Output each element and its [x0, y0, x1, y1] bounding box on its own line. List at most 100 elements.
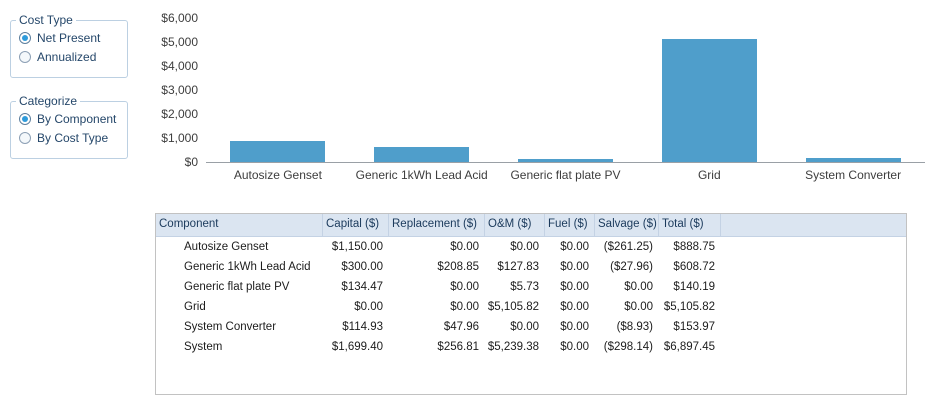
table-cell: $0.00 [624, 281, 653, 293]
table-cell: $256.81 [437, 341, 479, 353]
categorize-groupbox: Categorize By Component By Cost Type [10, 94, 128, 159]
table-cell: $0.00 [354, 301, 383, 313]
table-cell-filler [721, 237, 906, 257]
y-tick-label: $2,000 [161, 107, 198, 121]
table-cell: Autosize Genset [184, 241, 269, 253]
table-cell: Generic flat plate PV [184, 281, 290, 293]
categorize-options: By Component By Cost Type [17, 108, 125, 146]
table-cell: $5.73 [510, 281, 539, 293]
radio-circle[interactable] [19, 32, 31, 44]
column-header-filler [721, 214, 906, 236]
table-row-grid[interactable]: Grid $0.00 $0.00 $5,105.82 $0.00 $0.00 $5,105.… [156, 297, 906, 317]
table-cell: $0.00 [560, 341, 589, 353]
column-header-fuel[interactable]: Fuel ($) [545, 214, 595, 236]
bar-generic-1kwh-lead-acid [374, 147, 470, 162]
table-row-generic-1kwh-lead-acid[interactable]: Generic 1kWh Lead Acid $300.00 $208.85 $127… [156, 257, 906, 277]
bar-slot [781, 18, 925, 162]
table-cell: $0.00 [624, 301, 653, 313]
table-cell: ($27.96) [610, 261, 653, 273]
y-tick-label: $1,000 [161, 131, 198, 145]
table-cell: $0.00 [450, 301, 479, 313]
radio-dot [22, 35, 28, 41]
y-tick-label: $4,000 [161, 59, 198, 73]
bar-grid [661, 39, 757, 162]
plot-area [206, 18, 925, 163]
table-cell: $888.75 [673, 241, 715, 253]
radio-circle[interactable] [19, 132, 31, 144]
radio-circle[interactable] [19, 113, 31, 125]
table-cell: $0.00 [560, 241, 589, 253]
cost-type-groupbox: Cost Type Net Present Annualized [10, 13, 128, 78]
radio-label: Net Present [37, 31, 101, 45]
bar-slot [206, 18, 350, 162]
table-cell-filler [721, 257, 906, 277]
radio-annualized[interactable]: Annualized [19, 49, 125, 65]
table-cell: $0.00 [560, 281, 589, 293]
bar-slot [494, 18, 638, 162]
categorize-groupbox-title: Categorize [16, 94, 81, 108]
table-cell: System [184, 341, 223, 353]
bar-generic-flat-plate-pv [518, 158, 613, 162]
radio-label: By Cost Type [37, 131, 109, 145]
radio-dot [22, 116, 28, 122]
column-header-o-m[interactable]: O&M ($) [485, 214, 545, 236]
table-cell: $0.00 [510, 321, 539, 333]
table-cell: $140.19 [673, 281, 715, 293]
radio-by-component[interactable]: By Component [19, 111, 125, 127]
category-label: Generic 1kWh Lead Acid [355, 168, 488, 182]
table-cell: $5,239.38 [487, 341, 539, 353]
table-cell: Grid [184, 301, 206, 313]
cost-type-groupbox-title: Cost Type [16, 13, 76, 27]
table-cell: $153.97 [673, 321, 715, 333]
table-row-autosize-genset[interactable]: Autosize Genset $1,150.00 $0.00 $0.00 $0.00 (… [156, 237, 906, 257]
table-cell: $114.93 [342, 321, 383, 333]
cost-type-options: Net Present Annualized [17, 27, 125, 65]
table-cell-filler [721, 297, 906, 317]
table-cell-filler [721, 337, 906, 357]
category-label: Autosize Genset [233, 168, 322, 182]
table-cell: $47.96 [443, 321, 479, 333]
table-row-system-converter[interactable]: System Converter $114.93 $47.96 $0.00 $0.00 (… [156, 317, 906, 337]
table-header: Component Capital ($) Replacement ($) O&M (… [156, 214, 906, 237]
table-cell-filler [721, 277, 906, 297]
table-cell: $127.83 [497, 261, 539, 273]
cost-summary-panel: Cost Type Net Present Annualized Categori… [0, 0, 933, 405]
bar-slot [637, 18, 781, 162]
table-cell: $0.00 [450, 281, 479, 293]
table-cell: Generic 1kWh Lead Acid [184, 261, 311, 273]
bar-system-converter [805, 158, 901, 162]
column-header-salvage[interactable]: Salvage ($) [595, 214, 659, 236]
y-tick-label: $0 [184, 155, 198, 169]
radio-by-cost-type[interactable]: By Cost Type [19, 130, 125, 146]
table-cell: $300.00 [341, 261, 383, 273]
table-cell: $0.00 [560, 301, 589, 313]
table-cell: $0.00 [560, 321, 589, 333]
y-tick-label: $6,000 [161, 11, 198, 25]
table-row-system[interactable]: System $1,699.40 $256.81 $5,239.38 $0.00 ($29… [156, 337, 906, 357]
category-label: System Converter [805, 168, 902, 182]
table-cell: $0.00 [560, 261, 589, 273]
table-cell-filler [721, 317, 906, 337]
table-cell: ($298.14) [603, 341, 653, 353]
bar-autosize-genset [230, 140, 326, 162]
table-cell: $608.72 [673, 261, 715, 273]
radio-label: By Component [37, 112, 117, 126]
table-cell: $134.47 [341, 281, 383, 293]
table-cell: $0.00 [510, 241, 539, 253]
table-cell: $1,150.00 [331, 241, 383, 253]
column-header-component[interactable]: Component [156, 214, 323, 236]
table-row-generic-flat-plate-pv[interactable]: Generic flat plate PV $134.47 $0.00 $5.73 $0… [156, 277, 906, 297]
table-body: Autosize Genset $1,150.00 $0.00 $0.00 $0.00 (… [156, 237, 906, 357]
table-cell: $5,105.82 [487, 301, 539, 313]
category-label: Generic flat plate PV [510, 168, 621, 182]
table-cell: $208.85 [437, 261, 479, 273]
column-header-replacement[interactable]: Replacement ($) [389, 214, 485, 236]
column-header-capital[interactable]: Capital ($) [323, 214, 389, 236]
cost-bar-chart: $0 $1,000 $2,000 $3,000 $4,000 $5,000 $6,000 A… [160, 10, 925, 196]
column-header-total[interactable]: Total ($) [659, 214, 721, 236]
radio-label: Annualized [37, 50, 97, 64]
table-cell: $1,699.40 [331, 341, 383, 353]
radio-net-present[interactable]: Net Present [19, 30, 125, 46]
radio-circle[interactable] [19, 51, 31, 63]
table-cell: $5,105.82 [663, 301, 715, 313]
